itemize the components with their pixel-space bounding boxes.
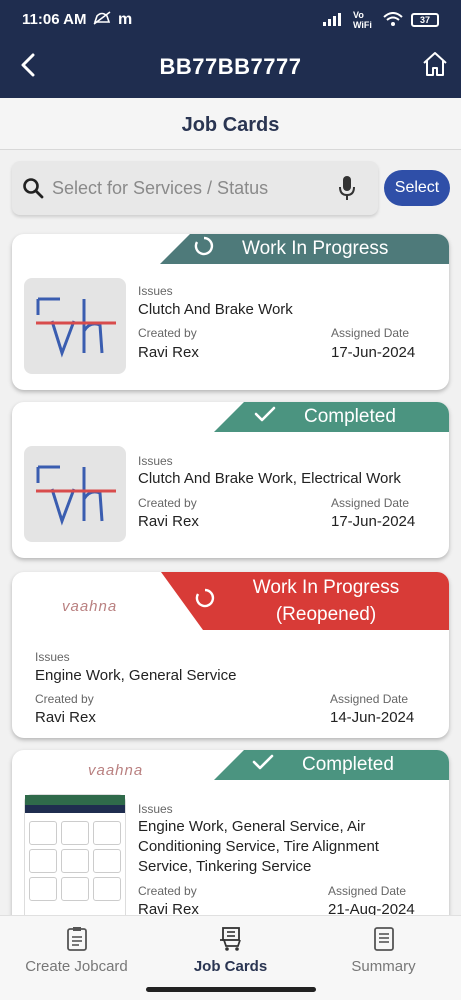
issues-value-line3: Service, Tinkering Service xyxy=(138,858,312,875)
assigned-date-label: Assigned Date xyxy=(328,884,407,898)
assigned-date-label: Assigned Date xyxy=(331,326,410,340)
search-icon xyxy=(22,177,44,204)
progress-icon xyxy=(195,588,215,614)
search-input[interactable] xyxy=(52,175,322,201)
tab-job-cards[interactable]: Job Cards xyxy=(154,926,307,975)
status-bar: 11:06 AM m Vo WiFi 37 xyxy=(0,0,461,38)
issues-label: Issues xyxy=(138,454,173,468)
checkmark-icon xyxy=(252,753,274,777)
signal-icon xyxy=(323,12,345,29)
jobcard-cart-icon xyxy=(219,927,241,951)
issues-value: Clutch And Brake Work xyxy=(138,301,293,318)
assigned-date-label: Assigned Date xyxy=(331,496,410,510)
jobcard-screenshot-thumbnail xyxy=(24,794,126,924)
status-text: Work In Progress xyxy=(252,577,400,598)
created-by-value: Ravi Rex xyxy=(138,513,199,530)
tab-summary[interactable]: Summary xyxy=(307,926,460,975)
search-bar[interactable] xyxy=(12,161,378,215)
assigned-date-label: Assigned Date xyxy=(330,692,409,706)
document-icon xyxy=(373,927,394,951)
vh-logo-icon xyxy=(36,297,116,358)
job-card[interactable]: vaahna Work In Progress (Reopened) Issue… xyxy=(12,572,449,738)
microphone-icon[interactable] xyxy=(338,175,356,206)
app-header: 11:06 AM m Vo WiFi 37 BB77BB7777 xyxy=(0,0,461,98)
wifi-icon xyxy=(383,11,403,29)
tab-label: Summary xyxy=(351,958,416,975)
vehicle-number-title: BB77BB7777 xyxy=(159,54,302,79)
tab-create-jobcard[interactable]: Create Jobcard xyxy=(0,926,153,975)
issues-label: Issues xyxy=(138,284,173,298)
tab-label: Job Cards xyxy=(193,958,268,975)
assigned-date-value: 17-Jun-2024 xyxy=(331,513,416,530)
battery-icon: 37 xyxy=(411,13,439,27)
tab-label: Create Jobcard xyxy=(25,958,128,975)
status-badge: Work In Progress xyxy=(160,234,449,264)
issues-value-line1: Engine Work, General Service, Air xyxy=(138,818,366,835)
vaahna-logo: vaahna xyxy=(62,598,118,615)
home-icon xyxy=(423,52,447,76)
created-by-value: Ravi Rex xyxy=(138,344,199,361)
status-badge: Completed xyxy=(214,402,449,432)
mute-icon xyxy=(92,10,112,29)
status-badge: Work In Progress (Reopened) xyxy=(161,572,449,630)
vowifi-label: Vo WiFi xyxy=(353,10,372,30)
status-app-letter: m xyxy=(118,10,133,28)
page-title: Job Cards xyxy=(0,98,461,150)
created-by-label: Created by xyxy=(35,692,94,706)
job-card[interactable]: vaahna Completed Issues Engine Work, Gen… xyxy=(12,750,449,930)
select-button[interactable]: Select xyxy=(384,170,450,206)
checkmark-icon xyxy=(254,405,276,429)
job-card[interactable]: Work In Progress Issues Clutch And Brake… xyxy=(12,234,449,390)
status-text: Completed xyxy=(302,754,394,775)
assigned-date-value: 14-Jun-2024 xyxy=(330,709,415,726)
gesture-home-bar[interactable] xyxy=(146,987,316,992)
issues-value-line2: Conditioning Service, Tire Alignment xyxy=(138,838,379,855)
status-badge: Completed xyxy=(214,750,449,780)
created-by-label: Created by xyxy=(138,496,197,510)
issues-value: Clutch And Brake Work, Electrical Work xyxy=(138,470,401,487)
assigned-date-value: 17-Jun-2024 xyxy=(331,344,416,361)
vehicle-thumbnail xyxy=(24,446,126,542)
home-button[interactable] xyxy=(421,50,449,80)
created-by-label: Created by xyxy=(138,884,197,898)
created-by-label: Created by xyxy=(138,326,197,340)
status-subtext: (Reopened) xyxy=(275,604,377,625)
status-text: Completed xyxy=(304,406,396,427)
status-time: 11:06 AM xyxy=(22,11,87,28)
vh-logo-icon xyxy=(36,465,116,526)
job-card[interactable]: Completed Issues Clutch And Brake Work, … xyxy=(12,402,449,558)
vaahna-logo: vaahna xyxy=(88,762,144,779)
clipboard-icon xyxy=(66,927,87,951)
progress-icon xyxy=(194,236,214,262)
status-text: Work In Progress xyxy=(242,238,389,259)
created-by-value: Ravi Rex xyxy=(35,709,96,726)
vehicle-thumbnail xyxy=(24,278,126,374)
issues-value: Engine Work, General Service xyxy=(35,667,237,684)
issues-label: Issues xyxy=(35,650,70,664)
issues-label: Issues xyxy=(138,802,173,816)
